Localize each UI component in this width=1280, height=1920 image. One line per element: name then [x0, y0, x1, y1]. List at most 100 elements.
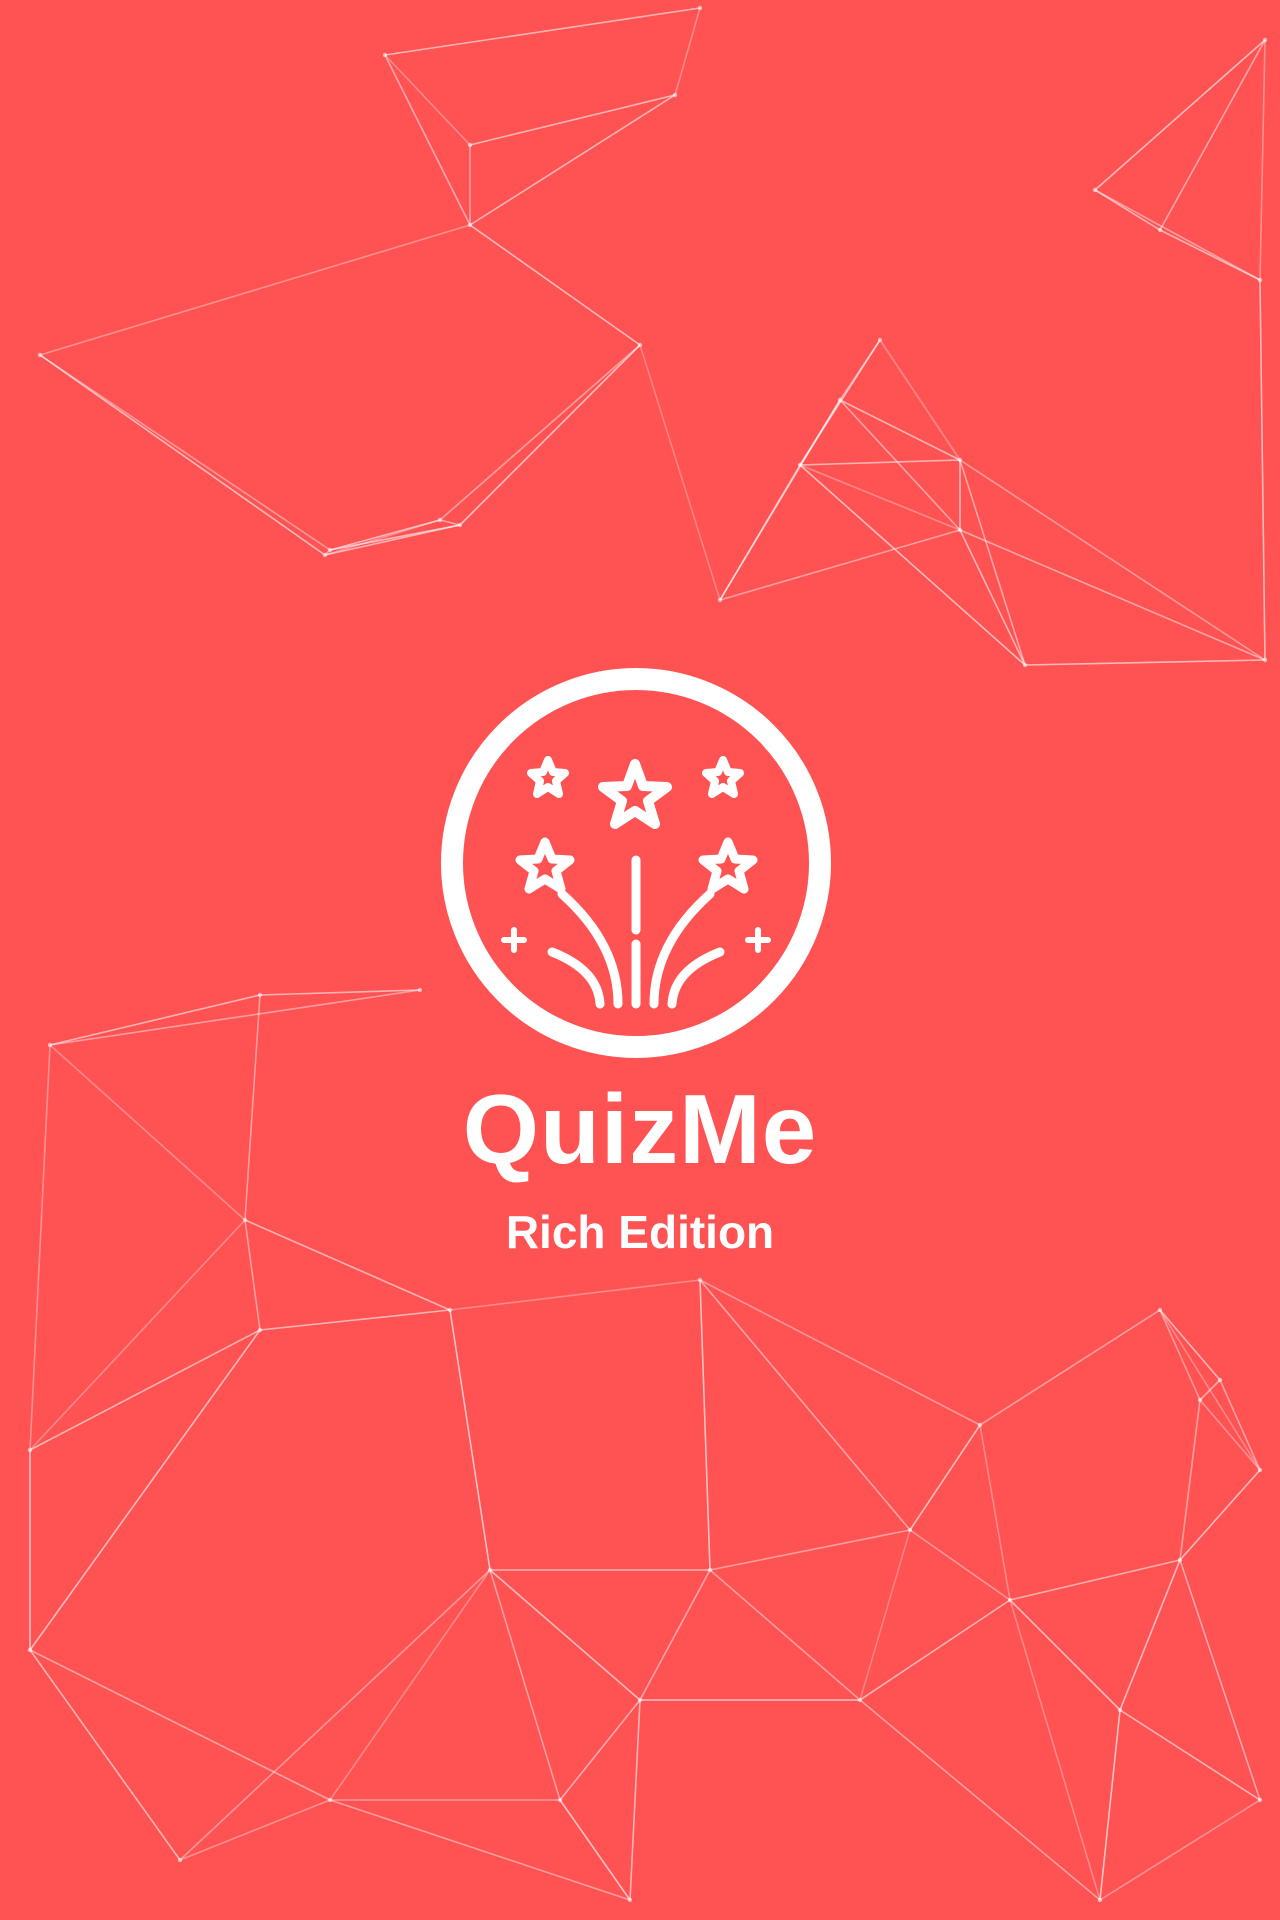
- network-node: [47, 1042, 53, 1048]
- network-node: [327, 547, 333, 553]
- network-line: [909, 1424, 981, 1531]
- network-line: [329, 1569, 491, 1801]
- network-line: [384, 7, 701, 56]
- network-line: [244, 1219, 261, 1331]
- network-line: [49, 1044, 246, 1221]
- network-line: [1199, 1379, 1221, 1401]
- network-line: [384, 54, 471, 146]
- network-line: [439, 344, 641, 521]
- app-title: QuizMe: [462, 1074, 818, 1184]
- network-node: [1217, 1377, 1223, 1383]
- network-line: [1009, 1559, 1181, 1601]
- fireworks-stars-icon: [441, 668, 831, 1058]
- network-line: [1159, 1309, 1201, 1401]
- network-node: [487, 1567, 493, 1573]
- star-large-icon: [598, 759, 672, 829]
- network-line: [459, 344, 641, 526]
- network-line: [859, 1529, 911, 1701]
- network-line: [559, 1799, 631, 1901]
- network-line: [49, 994, 261, 1046]
- network-node: [1257, 1467, 1263, 1473]
- network-node: [857, 1697, 863, 1703]
- network-line: [244, 1219, 451, 1311]
- star-mid-right-icon: [698, 837, 758, 894]
- network-node: [322, 552, 328, 558]
- network-line: [449, 1309, 491, 1571]
- network-node: [242, 1217, 248, 1223]
- network-line: [839, 399, 961, 461]
- network-line: [699, 1279, 911, 1531]
- network-line: [439, 519, 461, 526]
- network-line: [1159, 1309, 1221, 1381]
- star-mid-left-icon: [515, 837, 575, 894]
- network-node: [957, 527, 963, 533]
- network-line: [1119, 1559, 1181, 1711]
- network-node: [1197, 1397, 1203, 1403]
- network-node: [257, 1327, 263, 1333]
- network-line: [39, 354, 326, 556]
- network-node: [1022, 662, 1028, 668]
- network-line: [859, 1699, 1101, 1901]
- network-line: [449, 1279, 701, 1311]
- splash-logo: QuizMe Rich Edition: [422, 652, 858, 1268]
- network-node: [1177, 1557, 1183, 1563]
- network-line: [1159, 39, 1266, 231]
- network-line: [324, 519, 441, 556]
- network-line: [329, 524, 461, 551]
- network-node: [257, 992, 263, 998]
- network-line: [709, 1529, 911, 1571]
- network-line: [1259, 39, 1266, 281]
- network-node: [467, 222, 473, 228]
- network-line: [384, 54, 471, 226]
- network-node: [957, 457, 963, 463]
- network-line: [979, 1424, 1011, 1601]
- network-node: [1117, 1707, 1123, 1713]
- network-line: [959, 529, 1266, 661]
- network-line: [179, 1799, 331, 1861]
- network-line: [1094, 39, 1266, 191]
- network-line: [1094, 189, 1261, 281]
- network-line: [959, 529, 1026, 666]
- network-node: [1257, 1797, 1263, 1803]
- network-line: [39, 224, 471, 356]
- network-line: [709, 1569, 861, 1701]
- network-line: [1179, 1399, 1201, 1561]
- network-line: [799, 464, 1026, 666]
- network-line: [1219, 1379, 1261, 1471]
- network-line: [29, 1649, 331, 1801]
- network-line: [979, 1309, 1161, 1426]
- network-node: [327, 1797, 333, 1803]
- network-node: [672, 92, 678, 98]
- network-node: [1157, 1307, 1163, 1313]
- network-node: [797, 462, 803, 468]
- network-node: [1092, 187, 1098, 193]
- network-node: [877, 337, 883, 343]
- network-line: [1099, 1709, 1121, 1901]
- network-node: [437, 517, 443, 523]
- network-line: [1199, 1399, 1261, 1471]
- network-line: [859, 1599, 1011, 1701]
- network-line: [29, 1219, 246, 1451]
- network-line: [29, 1329, 261, 1651]
- app-edition-subtitle: Rich Edition: [505, 1206, 775, 1258]
- network-line: [639, 344, 721, 601]
- network-line: [799, 464, 961, 531]
- network-node: [1257, 277, 1263, 283]
- network-line: [259, 1309, 451, 1331]
- network-line: [699, 1279, 711, 1571]
- network-line: [29, 1649, 181, 1861]
- network-node: [177, 1857, 183, 1863]
- network-node: [1097, 1897, 1103, 1903]
- network-node: [382, 52, 388, 58]
- network-line: [1119, 1709, 1261, 1801]
- network-node: [467, 142, 473, 148]
- network-node: [717, 597, 723, 603]
- network-line: [1259, 279, 1266, 661]
- network-line: [909, 1529, 1011, 1601]
- network-node: [1262, 657, 1268, 663]
- network-line: [629, 1699, 641, 1901]
- network-line: [799, 459, 961, 466]
- network-line: [49, 989, 421, 1046]
- network-line: [469, 224, 641, 346]
- network-line: [244, 994, 261, 1221]
